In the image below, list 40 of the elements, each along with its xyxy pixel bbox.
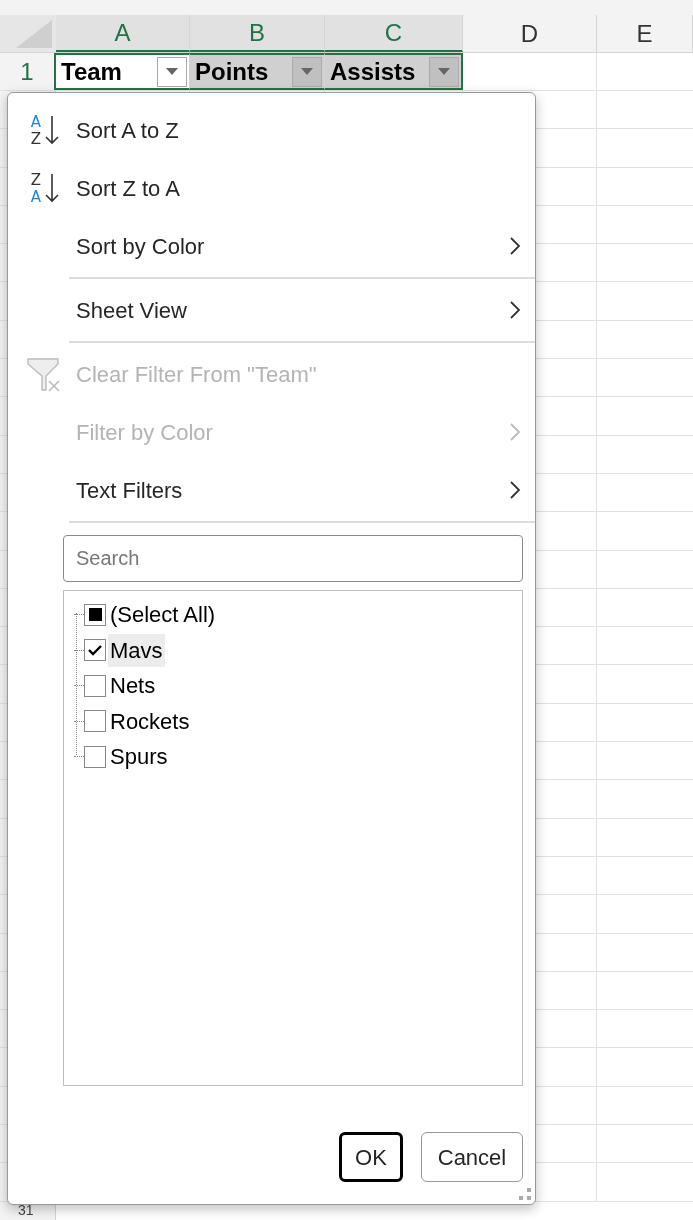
check-icon (88, 644, 102, 656)
resize-grip-icon (518, 1187, 532, 1201)
table-cell-text: Team (60, 56, 122, 87)
row-header[interactable]: 1 (0, 53, 56, 90)
column-header[interactable]: D (463, 15, 597, 52)
clear-filter-icon (26, 356, 62, 392)
menu-item[interactable]: A Z Sort A to Z (8, 101, 535, 159)
menu-item[interactable]: Text Filters (8, 461, 535, 525)
filter-dropdown-button[interactable] (429, 56, 459, 87)
table-cell-text: Assists (329, 56, 416, 87)
list-item[interactable]: (Select All) (108, 598, 218, 632)
caret-down-icon (438, 68, 450, 75)
dialog-button[interactable]: OK (339, 1132, 403, 1182)
chevron-right-icon (509, 480, 521, 500)
column-header[interactable]: E (597, 15, 693, 52)
filter-dropdown-button[interactable] (292, 56, 322, 87)
chevron-right-icon (509, 236, 521, 256)
column-header[interactable]: B (190, 15, 325, 52)
filter-dropdown-button[interactable] (157, 56, 187, 87)
list-item[interactable]: Nets (108, 669, 158, 703)
checkbox[interactable] (84, 639, 106, 662)
table-cell-text: Points (194, 56, 269, 87)
list-item[interactable]: Mavs (108, 633, 165, 667)
menu-item[interactable]: Z A Sort Z to A (8, 159, 535, 217)
list-item[interactable]: Rockets (108, 704, 192, 738)
checkbox[interactable] (84, 603, 106, 626)
caret-down-icon (301, 68, 313, 75)
checkbox[interactable] (84, 745, 106, 768)
chevron-right-icon (509, 300, 521, 320)
column-header[interactable]: A (56, 15, 190, 52)
checkbox[interactable] (84, 674, 106, 697)
column-header[interactable]: C (325, 15, 463, 52)
menu-item[interactable]: Sheet View (8, 281, 535, 345)
search-field[interactable]: Search (63, 535, 523, 582)
dialog-button[interactable]: Cancel (421, 1132, 523, 1182)
list-item[interactable]: Spurs (108, 740, 170, 774)
menu-item[interactable]: Sort by Color (8, 217, 535, 281)
caret-down-icon (166, 68, 178, 75)
checkbox[interactable] (84, 710, 106, 733)
chevron-right-icon (509, 422, 521, 442)
